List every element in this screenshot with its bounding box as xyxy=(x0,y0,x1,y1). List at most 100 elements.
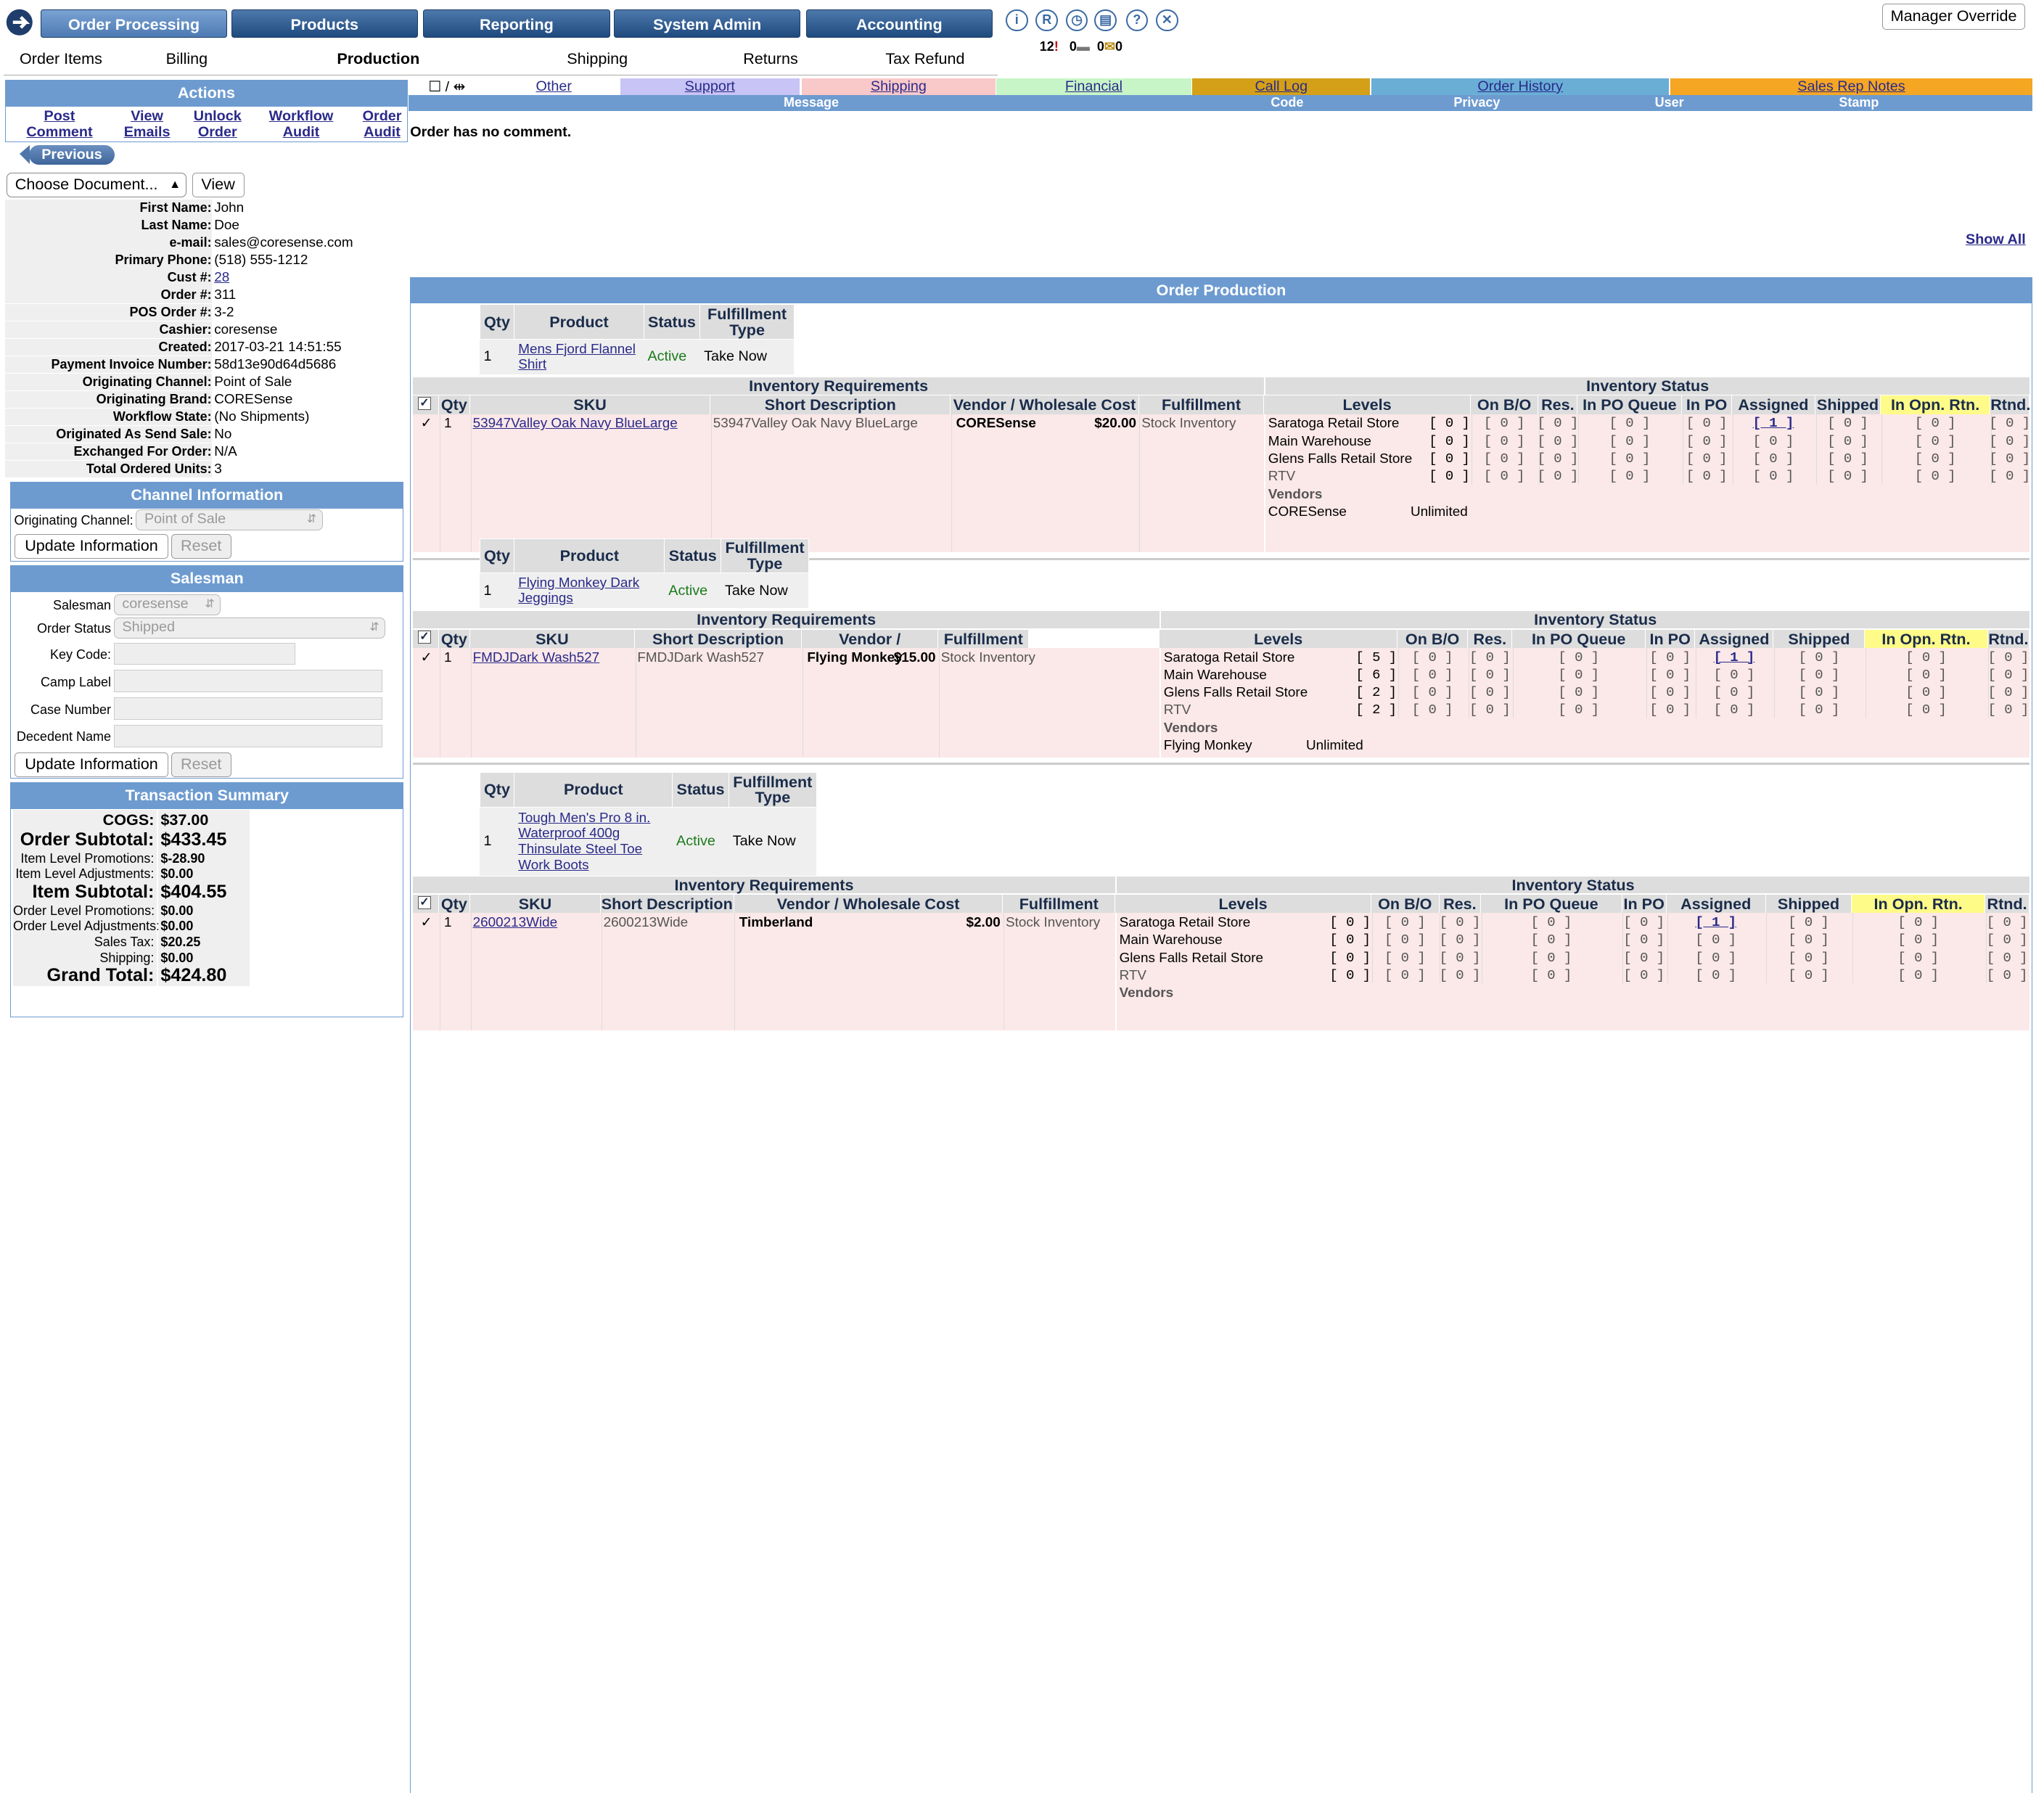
tab-order-processing[interactable]: Order Processing xyxy=(40,9,228,38)
tab-products[interactable]: Products xyxy=(231,9,418,38)
column-divider xyxy=(710,414,712,553)
req-header-select[interactable]: ✓ xyxy=(412,629,439,648)
view-document-button[interactable]: View xyxy=(192,172,245,197)
field-value-payment-invoice-number: 58d13e90d64d5686 xyxy=(214,356,337,372)
product-fulfillment-type: Take Now xyxy=(728,807,817,877)
subtab-order-items[interactable]: Order Items xyxy=(20,49,102,68)
originating-channel-select[interactable]: Point of Sale ⇵ xyxy=(136,509,323,530)
mail-icon[interactable]: ✉ xyxy=(1104,39,1115,54)
sku-link[interactable]: 2600213Wide xyxy=(473,914,558,931)
product-qty: 1 xyxy=(480,807,514,877)
field-label-created: Created: xyxy=(5,338,212,356)
action-link-line1: Order xyxy=(362,108,402,125)
select-all-checkbox[interactable]: ✓ xyxy=(417,631,431,644)
print-icon[interactable]: ▤ xyxy=(1094,9,1117,32)
field-value-cust[interactable]: 28 xyxy=(214,269,229,286)
action-order-audit-link[interactable]: Order Audit xyxy=(348,108,416,140)
comment-icon[interactable]: ▬ xyxy=(1077,39,1090,54)
clock-icon[interactable]: ◷ xyxy=(1065,9,1088,32)
help-icon[interactable]: ? xyxy=(1125,9,1149,32)
product-link[interactable]: Tough Men's Pro 8 in. Waterproof 400g Th… xyxy=(518,811,650,873)
expand-icon[interactable]: ⇹ xyxy=(453,79,466,95)
level-name-saratoga-retail-store: Saratoga Retail Store xyxy=(1119,914,1251,930)
req-header-select[interactable]: ✓ xyxy=(412,894,439,914)
close-icon[interactable]: ✕ xyxy=(1156,9,1178,32)
product-qty: 1 xyxy=(480,573,514,609)
manager-override-button[interactable]: Manager Override xyxy=(1881,4,2026,30)
salesman-select[interactable]: coresense ⇵ xyxy=(113,594,221,615)
order-status-select[interactable]: Shipped ⇵ xyxy=(113,618,385,639)
action-unlock-order-link[interactable]: Unlock Order xyxy=(186,108,249,140)
decedent-name-input[interactable] xyxy=(113,725,383,747)
comment-tab-shipping[interactable]: Shipping xyxy=(802,78,996,96)
checkbox-icon[interactable]: ☐ xyxy=(428,79,441,95)
row-check-icon[interactable]: ✓ xyxy=(421,914,432,931)
status-header-res: Res. xyxy=(1538,395,1578,414)
status-header-res: Res. xyxy=(1468,629,1513,648)
comment-tab-support[interactable]: Support xyxy=(620,78,800,96)
registered-icon[interactable]: R xyxy=(1035,9,1058,32)
field-value-last-name: Doe xyxy=(214,218,239,234)
status-shipped-count: [ 0 ] xyxy=(1827,450,1868,467)
row-check-icon[interactable]: ✓ xyxy=(421,415,432,432)
vendor-row-name: Flying Monkey xyxy=(1163,738,1252,754)
field-label-cust: Cust #: xyxy=(5,269,212,287)
comment-tab-order-history[interactable]: Order History xyxy=(1371,78,1670,96)
status-in-po-queue-count: [ 0 ] xyxy=(1530,932,1572,948)
product-table: Qty Product Status Fulfillment Type 1 Flying … xyxy=(479,538,809,609)
comment-toggle[interactable]: ☐ / ⇹ xyxy=(428,78,465,96)
sku-link[interactable]: FMDJDark Wash527 xyxy=(473,649,600,666)
comment-tab-sales-rep-notes[interactable]: Sales Rep Notes xyxy=(1670,78,2032,96)
row-check-icon[interactable]: ✓ xyxy=(421,649,432,666)
subtab-production[interactable]: Production xyxy=(337,49,419,68)
key-code-input[interactable] xyxy=(113,642,295,665)
alert-icon[interactable]: ! xyxy=(1054,39,1059,54)
req-header-sku: SKU xyxy=(469,395,711,414)
action-post-comment-link[interactable]: Post Comment xyxy=(17,108,103,140)
assigned-count[interactable]: [ 1 ] xyxy=(1714,649,1755,666)
tab-reporting[interactable]: Reporting xyxy=(423,9,610,38)
subtab-tax-refund[interactable]: Tax Refund xyxy=(885,49,964,68)
field-label-payment-invoice-number: Payment Invoice Number: xyxy=(5,356,212,374)
comment-tab-other[interactable]: Other xyxy=(490,78,618,96)
assigned-count[interactable]: [ 1 ] xyxy=(1695,914,1736,931)
product-link[interactable]: Mens Fjord Flannel Shirt xyxy=(518,342,636,373)
assigned-count: [ 0 ] xyxy=(1695,967,1737,983)
select-all-checkbox[interactable]: ✓ xyxy=(417,397,431,411)
product-link[interactable]: Flying Monkey Dark Jeggings xyxy=(518,575,639,607)
status-res-count: [ 0 ] xyxy=(1469,649,1511,665)
status-res-count: [ 0 ] xyxy=(1439,949,1481,966)
channel-reset-button[interactable]: Reset xyxy=(171,534,231,559)
document-select[interactable]: Choose Document... ▲ xyxy=(7,172,187,197)
vendors-label: Vendors xyxy=(1119,985,1174,1001)
column-divider xyxy=(1766,913,1768,984)
salesman-update-button[interactable]: Update Information xyxy=(14,752,169,777)
summary-label-cogs: COGS: xyxy=(13,810,157,829)
req-header-select[interactable]: ✓ xyxy=(412,395,439,414)
product-status: Active xyxy=(664,573,721,609)
status-on-b-o-count: [ 0 ] xyxy=(1384,949,1426,966)
tab-system-admin[interactable]: System Admin xyxy=(614,9,801,38)
subtab-shipping[interactable]: Shipping xyxy=(567,49,628,68)
comment-tab-financial[interactable]: Financial xyxy=(996,78,1191,96)
salesman-reset-button[interactable]: Reset xyxy=(171,752,231,777)
app-logo-icon[interactable] xyxy=(5,8,39,37)
comment-tab-call-log[interactable]: Call Log xyxy=(1192,78,1371,96)
action-workflow-audit-link[interactable]: Workflow Audit xyxy=(254,108,348,140)
case-number-input[interactable] xyxy=(113,697,383,720)
action-view-emails-link[interactable]: View Emails xyxy=(117,108,177,140)
info-icon[interactable]: i xyxy=(1006,9,1028,32)
sku-link[interactable]: 53947Valley Oak Navy BlueLarge xyxy=(473,415,678,432)
subtab-returns[interactable]: Returns xyxy=(743,49,798,68)
subtab-billing[interactable]: Billing xyxy=(166,49,208,68)
channel-update-button[interactable]: Update Information xyxy=(14,534,169,559)
product-header-product: Product xyxy=(514,304,644,340)
action-link-line2: Audit xyxy=(364,123,401,140)
previous-button[interactable]: Previous xyxy=(19,144,115,165)
show-all-link[interactable]: Show All xyxy=(1966,231,2026,248)
select-all-checkbox[interactable]: ✓ xyxy=(417,896,431,909)
assigned-count[interactable]: [ 1 ] xyxy=(1753,415,1794,432)
tab-accounting[interactable]: Accounting xyxy=(805,9,993,38)
comment-col-stamp: Stamp xyxy=(1839,95,1879,110)
camp-label-input[interactable] xyxy=(113,670,383,692)
